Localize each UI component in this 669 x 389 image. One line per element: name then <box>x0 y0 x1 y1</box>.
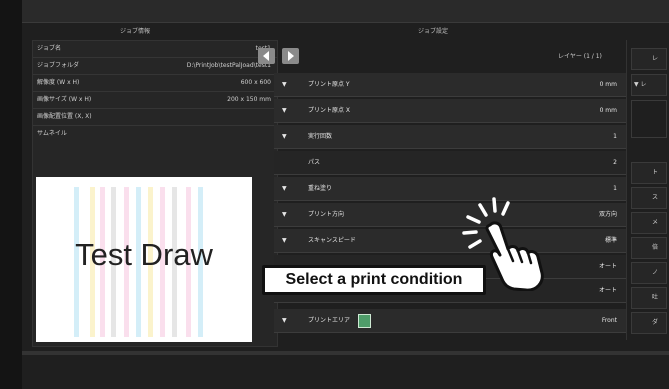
right-panel-row[interactable]: レ <box>631 48 667 70</box>
top-bar <box>22 0 669 23</box>
right-panel-blank <box>631 100 667 138</box>
condition-row-pass[interactable]: パス 2 <box>274 151 635 175</box>
condition-row-scan-speed[interactable]: ▼ スキャンスピード 標準 <box>274 229 635 253</box>
print-condition-list: ▼ プリント原点 Y 0 mm ▼ プリント原点 X 0 mm ▼ 実行回数 1… <box>274 73 635 353</box>
right-panel-row[interactable]: ス <box>631 187 667 209</box>
job-info-panel: ジョブ名 test1 ジョブフォルダ D:\PrintJob\testPalJo… <box>32 40 278 347</box>
right-panel-row[interactable]: ノ <box>631 262 667 284</box>
dropdown-arrow-icon: ▼ <box>282 317 287 324</box>
right-panel-row[interactable]: 倍 <box>631 237 667 259</box>
dropdown-arrow-icon: ▼ <box>282 185 287 192</box>
right-panel-row[interactable]: ▼ レ <box>631 74 667 96</box>
right-settings-panel: レ ▼ レ ト ス メ 倍 ノ 吐 ダ <box>626 40 669 340</box>
pointing-hand-icon <box>462 197 544 291</box>
condition-row-print-direction[interactable]: ▼ プリント方向 双方向 <box>274 203 635 227</box>
next-layer-button[interactable] <box>282 48 299 64</box>
info-row-job-folder: ジョブフォルダ D:\PrintJob\testPalJoad\test1 <box>33 58 277 75</box>
condition-row-overprint[interactable]: ▼ 重ね塗り 1 <box>274 177 635 201</box>
condition-row-print-origin-y[interactable]: ▼ プリント原点 Y 0 mm <box>274 73 635 97</box>
info-row-thumbnail: サムネイル <box>37 130 67 137</box>
right-panel-row[interactable]: ダ <box>631 312 667 334</box>
bottom-bar <box>22 351 669 355</box>
dropdown-arrow-icon: ▼ <box>282 237 287 244</box>
info-row-resolution: 解像度 (W x H) 600 x 600 <box>33 75 277 92</box>
dropdown-arrow-icon: ▼ <box>282 107 287 114</box>
thumbnail-image: Test Draw <box>36 177 252 342</box>
chevron-left-icon <box>263 51 269 61</box>
print-area-icon[interactable] <box>358 314 371 328</box>
thumbnail-text: Test Draw <box>75 237 213 272</box>
condition-row-print-area[interactable]: ▼ プリントエリア Front <box>274 309 635 333</box>
info-row-image-size: 画像サイズ (W x H) 200 x 150 mm <box>33 92 277 109</box>
right-panel-row[interactable]: ト <box>631 162 667 184</box>
info-row-image-position: 画像配置位置 (X, X) <box>33 109 277 126</box>
tutorial-callout: Select a print condition <box>262 265 486 295</box>
condition-row-run-count[interactable]: ▼ 実行回数 1 <box>274 125 635 149</box>
right-panel-row[interactable]: メ <box>631 212 667 234</box>
dropdown-arrow-icon: ▼ <box>282 211 287 218</box>
chevron-right-icon <box>288 51 294 61</box>
right-panel-row[interactable]: 吐 <box>631 287 667 309</box>
condition-row-print-origin-x[interactable]: ▼ プリント原点 X 0 mm <box>274 99 635 123</box>
info-row-job-name: ジョブ名 test1 <box>33 41 277 58</box>
dropdown-arrow-icon: ▼ <box>282 133 287 140</box>
layer-indicator: レイヤー (1 / 1) <box>558 53 602 60</box>
dropdown-arrow-icon: ▼ <box>282 81 287 88</box>
prev-layer-button[interactable] <box>258 48 275 64</box>
job-editor-window: ジョブ情報 ジョブ設定 ジョブ名 test1 ジョブフォルダ D:\PrintJ… <box>22 0 669 389</box>
job-settings-title: ジョブ設定 <box>418 28 449 35</box>
job-info-title: ジョブ情報 <box>120 28 151 35</box>
